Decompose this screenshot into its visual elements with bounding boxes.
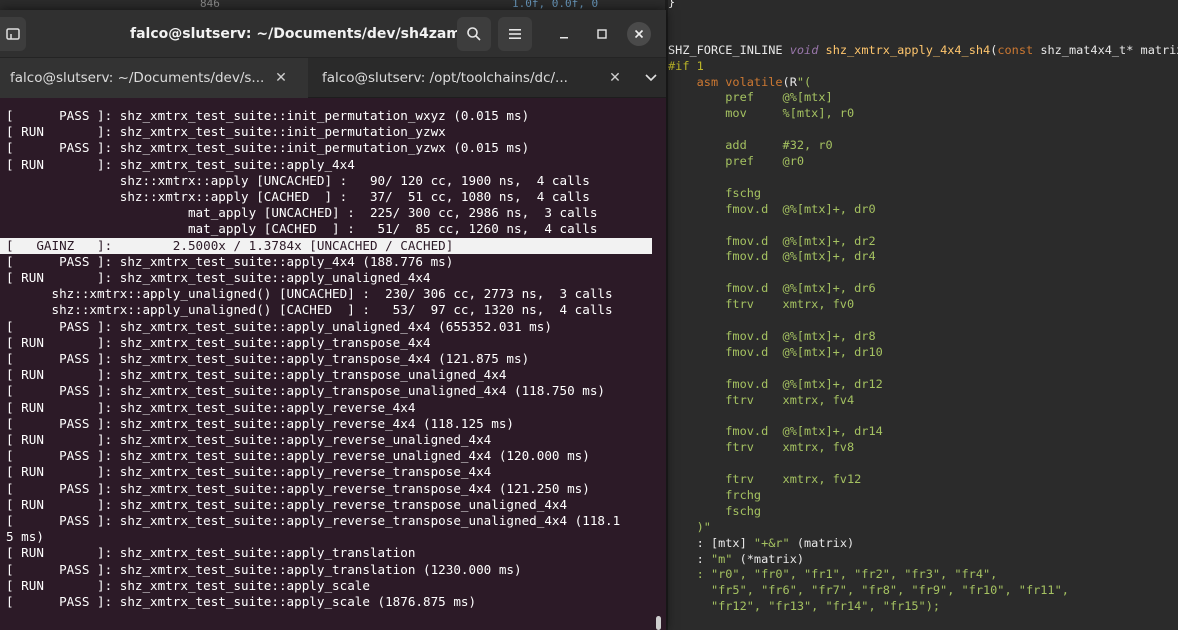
terminal-line: [ RUN ]: shz_xmtrx_test_suite::apply_rev… (6, 496, 568, 512)
new-tab-button[interactable] (0, 17, 26, 51)
new-tab-icon (6, 28, 20, 40)
code-line: fmov.d @%[mtx]+, dr6 (668, 281, 876, 296)
terminal-line: [ PASS ]: shz_xmtrx_test_suite::apply_sc… (6, 594, 477, 609)
code-line: pref @%[mtx] (668, 90, 833, 105)
tab-label: falco@slutserv: ~/Documents/dev/s... (10, 70, 265, 86)
minimize-icon (560, 37, 568, 39)
title-bar[interactable]: falco@slutserv: ~/Documents/dev/sh4zam (0, 10, 666, 58)
close-window-button[interactable] (627, 22, 651, 46)
terminal-line: [ RUN ]: shz_xmtrx_test_suite::init_perm… (6, 124, 446, 140)
code-line: "fr5", "fr6", "fr7", "fr8", "fr9", "fr10… (668, 583, 1069, 598)
terminal-line: mat_apply [UNCACHED] : 225/ 300 cc, 2986… (6, 205, 598, 221)
search-button[interactable] (457, 17, 491, 51)
terminal-window[interactable]: falco@slutserv: ~/Documents/dev/sh4zam f… (0, 10, 666, 630)
tab-toolchains[interactable]: falco@slutserv: /opt/toolchains/dc/... ✕ (308, 58, 636, 98)
close-tab-icon[interactable]: ✕ (272, 58, 290, 98)
code-line: : [mtx] "+&r" (matrix) (668, 535, 855, 550)
terminal-line: [ RUN ]: shz_xmtrx_test_suite::apply_una… (6, 270, 431, 285)
tab-label: falco@slutserv: /opt/toolchains/dc/... (322, 70, 568, 86)
tab-bar: falco@slutserv: ~/Documents/dev/s... ✕ f… (0, 58, 666, 98)
code-line: "fr12", "fr13", "fr14", "fr15"); (668, 599, 941, 614)
code-line: } (668, 0, 676, 9)
code-line: fmov.d @%[mtx]+, dr12 (668, 376, 883, 391)
tab-sh4zam[interactable]: falco@slutserv: ~/Documents/dev/s... ✕ (0, 58, 308, 98)
code-line: ftrv xmtrx, fv4 (668, 392, 855, 407)
code-line: ftrv xmtrx, fv12 (668, 472, 862, 486)
terminal-line: [ RUN ]: shz_xmtrx_test_suite::apply_rev… (6, 464, 492, 480)
code-line: : "r0", "fr0", "fr1", "fr2", "fr3", "fr4… (668, 567, 998, 582)
code-line: frchg (668, 487, 762, 502)
code-line: SHZ_FORCE_INLINE void shz_xmtrx_apply_4x… (668, 42, 1178, 57)
code-line: add #32, r0 (668, 138, 833, 153)
terminal-line-highlighted: [ GAINZ ]: 2.5000x / 1.3784x [UNCACHED /… (0, 237, 652, 254)
code-line: fmov.d @%[mtx]+, dr14 (668, 424, 883, 439)
code-line: fschg (668, 503, 762, 518)
terminal-line: 5 ms) (6, 529, 44, 545)
terminal-line: [ RUN ]: shz_xmtrx_test_suite::apply_rev… (6, 432, 492, 447)
terminal-line: [ RUN ]: shz_xmtrx_test_suite::apply_rev… (6, 399, 416, 415)
terminal-line: shz::xmtrx::apply_unaligned() [CACHED ] … (6, 302, 613, 318)
terminal-output[interactable]: [ PASS ]: shz_xmtrx_test_suite::init_per… (0, 98, 666, 630)
window-title: falco@slutserv: ~/Documents/dev/sh4zam (130, 26, 461, 42)
code-line: fschg (668, 185, 762, 200)
search-icon (467, 27, 481, 41)
terminal-line: [ RUN ]: shz_xmtrx_test_suite::apply_sca… (6, 577, 370, 593)
terminal-line: [ RUN ]: shz_xmtrx_test_suite::apply_tra… (6, 367, 507, 383)
minimize-button[interactable] (552, 22, 576, 46)
terminal-line: [ PASS ]: shz_xmtrx_test_suite::apply_tr… (6, 561, 522, 577)
code-line: fmov.d @%[mtx]+, dr2 (668, 233, 876, 248)
terminal-line: [ RUN ]: shz_xmtrx_test_suite::apply_4x4 (6, 156, 355, 172)
terminal-line: [ PASS ]: shz_xmtrx_test_suite::apply_re… (6, 513, 621, 528)
code-pane[interactable]: } SHZ_FORCE_INLINE void shz_xmtrx_apply_4… (668, 0, 1178, 630)
code-line: asm volatile(R"( (696, 74, 812, 89)
terminal-scrollbar[interactable] (656, 616, 661, 630)
terminal-line: [ PASS ]: shz_xmtrx_test_suite::apply_4x… (6, 253, 454, 269)
terminal-line: [ RUN ]: shz_xmtrx_test_suite::apply_tra… (6, 545, 416, 561)
code-line: mov %[mtx], r0 (668, 106, 855, 121)
code-line: fmov.d @%[mtx]+, dr0 (668, 201, 876, 216)
code-line: #if 1 (668, 58, 704, 73)
code-line: pref @r0 (668, 154, 805, 168)
terminal-line: [ PASS ]: shz_xmtrx_test_suite::apply_tr… (6, 383, 605, 399)
editor-line-number: 846 (200, 0, 220, 10)
close-tab-icon[interactable]: ✕ (606, 58, 624, 98)
terminal-line: [ PASS ]: shz_xmtrx_test_suite::init_per… (6, 140, 530, 156)
terminal-line: shz::xmtrx::apply_unaligned() [UNCACHED]… (6, 286, 613, 302)
menu-button[interactable] (498, 17, 532, 51)
terminal-line: mat_apply [CACHED ] : 51/ 85 cc, 1260 ns… (6, 221, 598, 237)
code-line: ftrv xmtrx, fv8 (668, 440, 855, 455)
code-line: ftrv xmtrx, fv0 (668, 297, 855, 312)
maximize-button[interactable] (590, 22, 614, 46)
terminal-line: [ PASS ]: shz_xmtrx_test_suite::apply_re… (6, 480, 590, 496)
terminal-line: [ RUN ]: shz_xmtrx_test_suite::apply_tra… (6, 334, 431, 350)
code-line: )" (668, 519, 711, 534)
maximize-icon (597, 29, 607, 39)
code-line: fmov.d @%[mtx]+, dr10 (668, 344, 883, 359)
terminal-line: [ PASS ]: shz_xmtrx_test_suite::apply_re… (6, 415, 514, 431)
terminal-line: [ PASS ]: shz_xmtrx_test_suite::apply_tr… (6, 351, 530, 366)
terminal-line: shz::xmtrx::apply [UNCACHED] : 90/ 120 c… (6, 172, 590, 188)
terminal-line: [ PASS ]: shz_xmtrx_test_suite::init_per… (6, 108, 530, 123)
hamburger-menu-icon (509, 29, 521, 39)
chevron-down-icon (645, 74, 657, 82)
tab-list-button[interactable] (636, 58, 666, 98)
terminal-line: [ PASS ]: shz_xmtrx_test_suite::apply_re… (6, 448, 590, 464)
code-line: fmov.d @%[mtx]+, dr8 (668, 328, 876, 343)
close-icon (634, 29, 644, 39)
editor-code-fragment: 1.0f, 0.0f, 0 (512, 0, 599, 10)
terminal-line: [ PASS ]: shz_xmtrx_test_suite::apply_un… (6, 318, 552, 334)
terminal-line: shz::xmtrx::apply [CACHED ] : 37/ 51 cc,… (6, 189, 590, 204)
editor-top-strip: 846 1.0f, 0.0f, 0 (0, 0, 668, 10)
code-line: fmov.d @%[mtx]+, dr4 (668, 249, 876, 264)
code-line: : "m" (*matrix) (668, 551, 805, 566)
